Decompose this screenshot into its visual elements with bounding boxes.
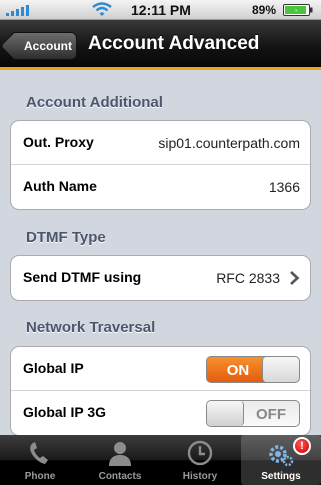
section-header-network: Network Traversal [26,319,156,336]
global-ip-3g-toggle-state: OFF [256,406,286,423]
back-button[interactable]: Account [10,32,77,60]
global-ip-3g-toggle[interactable]: OFF [206,400,300,427]
toggle-knob [207,401,244,426]
account-additional-group: Out. Proxy sip01.counterpath.com Auth Na… [10,120,311,210]
send-dtmf-cell[interactable]: Send DTMF using RFC 2833 [11,256,310,300]
status-time: 12:11 PM [131,2,191,18]
tab-contacts[interactable]: Contacts [80,435,160,485]
tab-settings-label: Settings [261,471,301,482]
signal-strength-icon [6,5,32,16]
tab-history-label: History [182,471,218,482]
settings-content[interactable]: Account Additional Out. Proxy sip01.coun… [0,73,321,435]
global-ip-toggle-state: ON [226,362,250,379]
battery-charging-icon [283,4,313,16]
gears-icon [269,445,294,467]
wifi-icon [92,2,112,16]
chevron-right-icon [290,271,300,285]
phone-icon [30,442,48,464]
global-ip-3g-cell: Global IP 3G OFF [11,391,310,435]
network-traversal-group: Global IP ON Global IP 3G OFF [10,346,311,435]
out-proxy-cell[interactable]: Out. Proxy sip01.counterpath.com [11,121,310,165]
section-header-dtmf: DTMF Type [26,229,106,246]
auth-name-cell[interactable]: Auth Name 1366 [11,165,310,209]
toggle-knob [262,357,299,382]
tab-bar: Phone Contacts History ! Settings [0,435,321,485]
tab-phone[interactable]: Phone [0,435,80,485]
battery-percent: 89% [252,3,277,17]
tab-contacts-label: Contacts [98,471,142,482]
section-header-account-additional: Account Additional [26,94,163,111]
global-ip-cell: Global IP ON [11,347,310,391]
settings-badge: ! [293,437,311,455]
auth-name-label: Auth Name [23,178,97,194]
out-proxy-value: sip01.counterpath.com [158,135,300,151]
send-dtmf-value: RFC 2833 [216,270,280,286]
send-dtmf-label: Send DTMF using [23,269,142,285]
page-title: Account Advanced [88,33,260,54]
status-bar: 12:11 PM 89% [0,0,321,20]
global-ip-3g-label: Global IP 3G [23,404,106,420]
navigation-bar: Account Account Advanced [0,20,321,70]
tab-history[interactable]: History [160,435,240,485]
contacts-icon [109,442,131,466]
global-ip-toggle[interactable]: ON [206,356,300,383]
global-ip-label: Global IP [23,360,84,376]
dtmf-group: Send DTMF using RFC 2833 [10,255,311,301]
clock-icon [187,440,213,466]
out-proxy-label: Out. Proxy [23,134,94,150]
tab-phone-label: Phone [24,471,56,482]
tab-settings[interactable]: ! Settings [241,435,321,485]
auth-name-value: 1366 [268,179,300,195]
